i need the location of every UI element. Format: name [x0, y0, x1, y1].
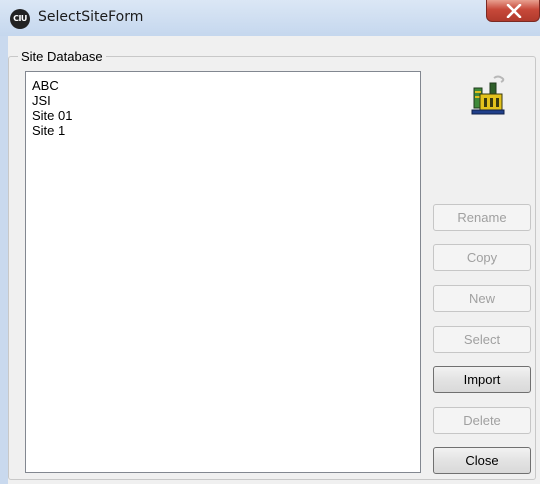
rename-button[interactable]: Rename — [433, 204, 531, 231]
window-frame-left — [0, 36, 8, 484]
list-item[interactable]: Site 1 — [32, 123, 420, 138]
group-label: Site Database — [18, 49, 106, 64]
new-button[interactable]: New — [433, 285, 531, 312]
import-button[interactable]: Import — [433, 366, 531, 393]
close-button[interactable]: Close — [433, 447, 531, 474]
title-bar[interactable]: CIU SelectSiteForm — [0, 0, 540, 37]
site-list[interactable]: ABC JSI Site 01 Site 1 — [25, 71, 421, 473]
app-icon: CIU — [10, 9, 30, 29]
list-item[interactable]: ABC — [32, 78, 420, 93]
close-window-button[interactable] — [486, 0, 540, 22]
copy-button[interactable]: Copy — [433, 244, 531, 271]
close-x-icon — [506, 4, 522, 18]
select-site-window: CIU SelectSiteForm Site Database ABC JSI… — [0, 0, 540, 484]
select-button[interactable]: Select — [433, 326, 531, 353]
list-item[interactable]: JSI — [32, 93, 420, 108]
window-title: SelectSiteForm — [38, 9, 144, 25]
list-item[interactable]: Site 01 — [32, 108, 420, 123]
factory-icon — [468, 74, 508, 123]
delete-button[interactable]: Delete — [433, 407, 531, 434]
